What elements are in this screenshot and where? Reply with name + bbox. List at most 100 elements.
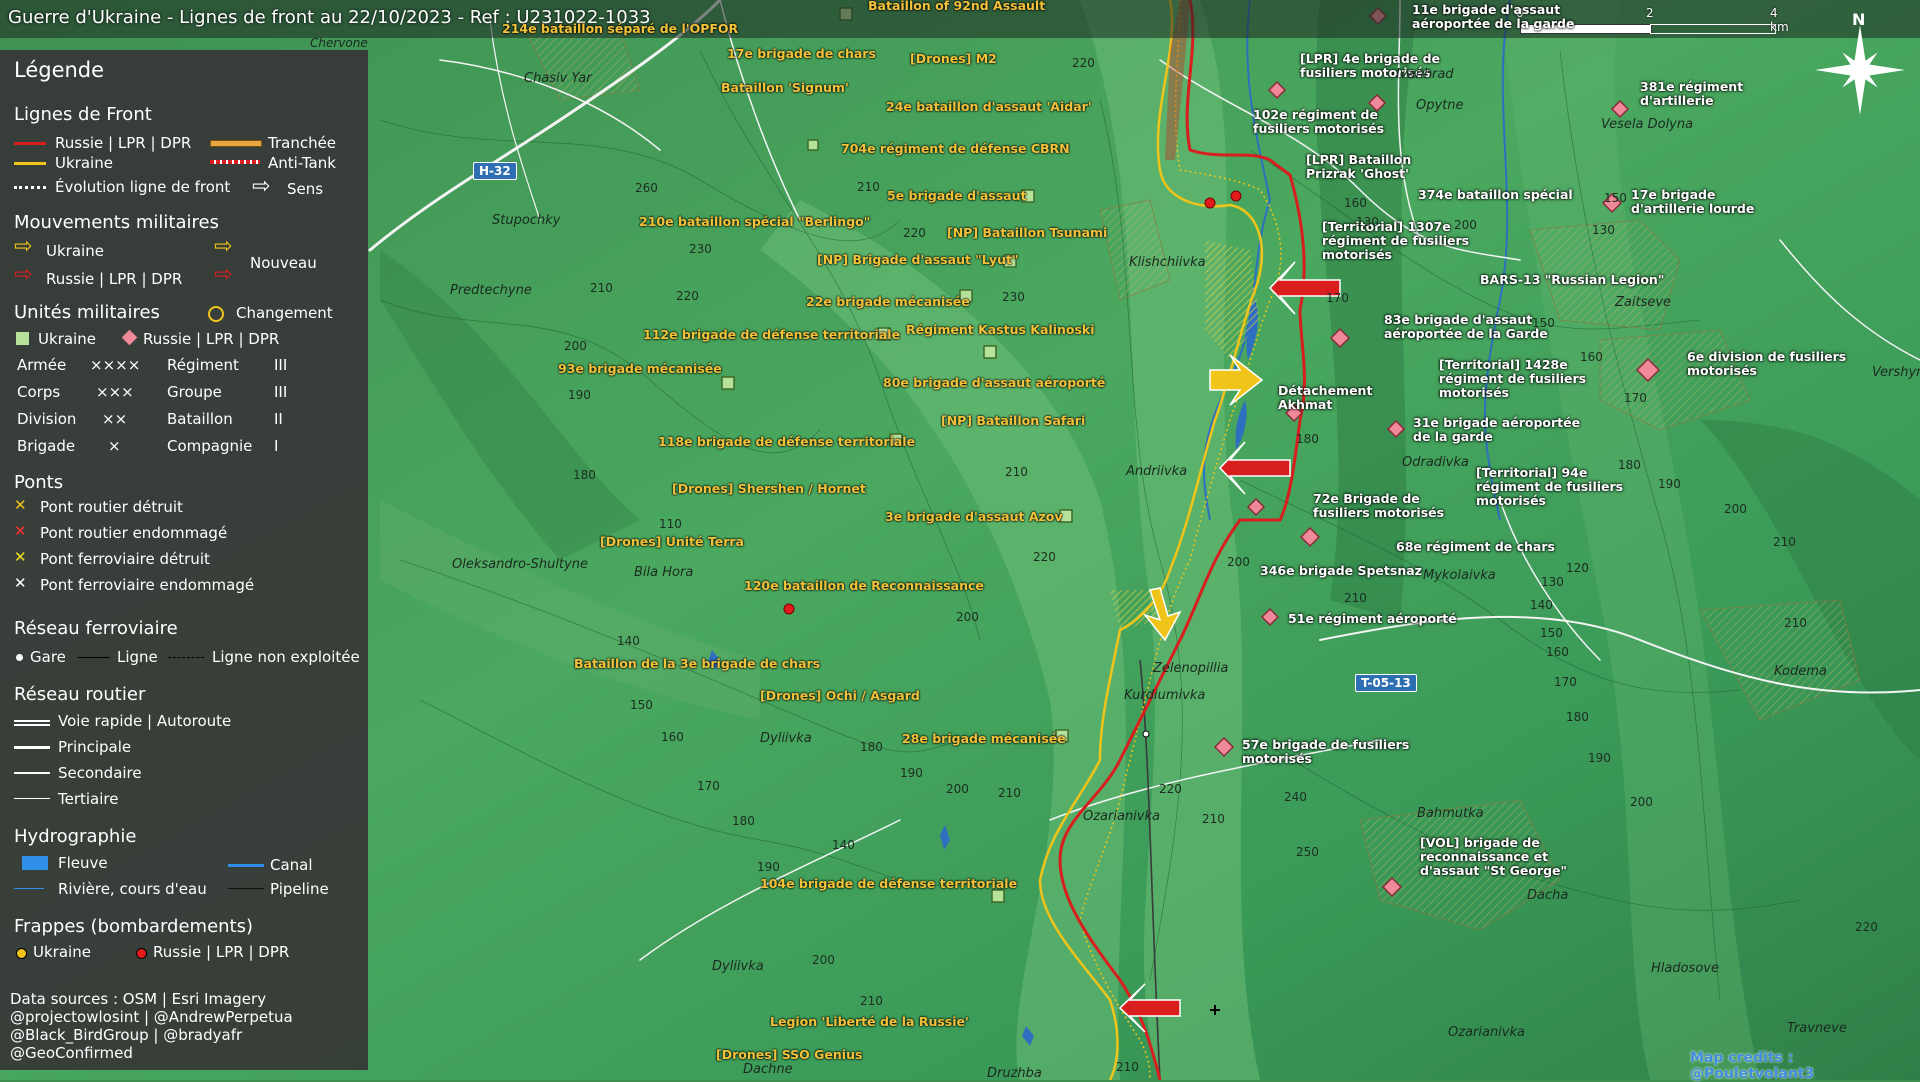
ua-unit-label[interactable]: 704e régiment de défense CBRN (841, 141, 1070, 156)
legend-road-highway (14, 720, 50, 726)
ua-unit-label[interactable]: [Drones] Shershen / Hornet (672, 481, 866, 496)
place-label[interactable]: Odradivka (1402, 455, 1469, 470)
ua-unit-label[interactable]: [NP] Brigade d'assaut "Lyut" (817, 252, 1018, 267)
ru-unit-label[interactable]: 83e brigade d'assaut aéroportée de la Ga… (1384, 313, 1554, 341)
place-label[interactable]: Predtechyne (450, 283, 532, 298)
elevation-label: 190 (568, 388, 591, 402)
ua-unit-label[interactable]: [Drones] SSO Genius (716, 1047, 862, 1062)
bridge-rail-destroyed-icon: ✕ (14, 548, 27, 566)
yellow-arrow-icon: ⇨ (14, 234, 33, 259)
legend-mvt-ukraine-label: Ukraine (46, 242, 104, 260)
ru-unit-label[interactable]: 11e brigade d'assaut aéroportée de la ga… (1412, 3, 1582, 31)
legend-antitank-swatch (210, 160, 260, 164)
ua-unit-label[interactable]: 3e brigade d'assaut Azov (885, 509, 1063, 524)
ru-unit-label[interactable]: 51e régiment aéroporté (1288, 612, 1468, 626)
ua-unit-label[interactable]: 120e bataillon de Reconnaissance (744, 578, 984, 593)
ua-unit-label[interactable]: 80e brigade d'assaut aéroporté (883, 375, 1105, 390)
ua-unit-label[interactable]: [Drones] Ochi / Asgard (760, 688, 920, 703)
place-label[interactable]: Stupochky (492, 213, 560, 228)
ua-unit-label[interactable]: Bataillon 'Signum' (721, 80, 849, 95)
ru-unit-label[interactable]: 381e régiment d'artillerie (1640, 80, 1750, 108)
elevation-label: 160 (1344, 196, 1367, 210)
place-label[interactable]: Hladosove (1651, 961, 1719, 976)
road-tag-h32[interactable]: H-32 (473, 162, 517, 180)
place-label[interactable]: Druzhba (987, 1066, 1042, 1081)
place-label[interactable]: Chasiv Yar (524, 71, 592, 86)
elevation-label: 160 (1546, 645, 1569, 659)
ua-unit-label[interactable]: [Drones] Unité Terra (600, 534, 744, 549)
place-label[interactable]: Andriivka (1126, 464, 1187, 479)
ua-unit-label[interactable]: 22e brigade mécanisée (806, 294, 970, 309)
ua-unit-label[interactable]: 17e brigade de chars (727, 46, 876, 61)
place-label[interactable]: Mykolaivka (1423, 568, 1496, 583)
ua-unit-label[interactable]: 210e bataillon spécial "Berlingo" (639, 214, 870, 229)
ua-unit-label[interactable]: 112e brigade de défense territoriale (643, 327, 900, 342)
ru-unit-label[interactable]: [LPR] Bataillon Prizrak 'Ghost' (1306, 153, 1456, 181)
place-label[interactable]: Ozarianivka (1448, 1025, 1525, 1040)
place-label[interactable]: Klishchiivka (1129, 255, 1206, 270)
elevation-label: 170 (1624, 391, 1647, 405)
legend-title: Légende (14, 58, 105, 82)
ru-unit-label[interactable]: [Territorial] 94e régiment de fusiliers … (1476, 466, 1626, 508)
place-label[interactable]: Opytne (1416, 98, 1464, 113)
ru-unit-label[interactable]: 17e brigade d'artillerie lourde (1631, 188, 1761, 216)
ru-unit-label[interactable]: BARS-13 "Russian Legion" (1480, 273, 1680, 287)
place-label[interactable]: Kodema (1774, 664, 1827, 679)
place-label[interactable]: Dyliivka (712, 959, 764, 974)
ua-unit-label[interactable]: [NP] Bataillon Safari (941, 413, 1085, 428)
changement-circle-icon (208, 306, 224, 322)
elevation-label: 200 (1724, 502, 1747, 516)
place-label[interactable]: Zaitseve (1615, 295, 1671, 310)
ua-unit-label[interactable]: 28e brigade mécanisée (902, 731, 1066, 746)
ru-unit-label[interactable]: 6e division de fusiliers motorisés (1687, 350, 1877, 378)
ru-unit-label[interactable]: 57e brigade de fusiliers motorisés (1242, 738, 1412, 766)
elevation-label: 210 (998, 786, 1021, 800)
place-label[interactable]: Bila Hora (634, 565, 693, 580)
place-label[interactable]: Ozarianivka (1083, 809, 1160, 824)
ua-unit-label[interactable]: Bataillon of 92nd Assault (868, 0, 1045, 13)
place-label[interactable]: Bahmutka (1417, 806, 1484, 821)
place-label[interactable]: Chervone (310, 36, 368, 50)
place-label[interactable]: Kurdiumivka (1124, 688, 1205, 703)
yellow-new-arrow-icon: ⇨ (214, 234, 233, 259)
ua-unit-label[interactable]: [Drones] M2 (910, 51, 997, 66)
ua-unit-label[interactable]: 93e brigade mécanisée (558, 361, 722, 376)
place-label[interactable]: Oleksandro-Shultyne (452, 557, 588, 572)
ru-unit-label[interactable]: [Territorial] 1428e régiment de fusilier… (1439, 358, 1589, 400)
place-label[interactable]: Ivanhrad (1396, 67, 1454, 82)
ru-unit-label[interactable]: 72e Brigade de fusiliers motorisés (1313, 492, 1473, 520)
ru-unit-label[interactable]: [Territorial] 1307e régiment de fusilier… (1322, 220, 1472, 262)
road-tag-t0513[interactable]: T-05-13 (1355, 674, 1417, 692)
place-label[interactable]: Travneve (1787, 1021, 1847, 1036)
place-label[interactable]: Dachne (743, 1062, 793, 1077)
ua-unit-label[interactable]: Bataillon de la 3e brigade de chars (574, 656, 820, 671)
ru-unit-label[interactable]: 102e régiment de fusiliers motorisés (1253, 108, 1393, 136)
place-label[interactable]: Dacha (1527, 888, 1568, 903)
ua-unit-label[interactable]: 104e brigade de défense territoriale (760, 876, 1017, 891)
elevation-label: 140 (617, 634, 640, 648)
ua-unit-label[interactable]: 5e brigade d'assaut (887, 188, 1026, 203)
ua-unit-label[interactable]: [NP] Bataillon Tsunami (947, 225, 1107, 240)
legend-unit-russia-label: Russie | LPR | DPR (143, 330, 280, 348)
ua-unit-label[interactable]: Régiment Kastus Kalinoski (906, 322, 1095, 337)
legend-mouvements-heading: Mouvements militaires (14, 212, 219, 233)
ua-unit-label[interactable]: 24e bataillon d'assaut 'Aidar' (886, 99, 1092, 114)
ru-unit-label[interactable]: 346e brigade Spetsnaz (1260, 564, 1440, 578)
strike-ukraine-dot-icon (16, 948, 27, 959)
elevation-label: 210 (1344, 591, 1367, 605)
red-new-arrow-icon: ⇨ (214, 262, 233, 287)
ua-unit-label[interactable]: Legion 'Liberté de la Russie' (770, 1014, 969, 1029)
ru-unit-label[interactable]: [VOL] brigade de reconnaissance et d'ass… (1420, 836, 1570, 878)
place-label[interactable]: Dyliivka (760, 731, 812, 746)
elevation-label: 220 (1072, 56, 1095, 70)
ua-unit-label[interactable]: 214e bataillon séparé de l'OPFOR (502, 21, 738, 36)
ru-unit-label[interactable]: 31e brigade aéroportée de la garde (1413, 416, 1583, 444)
ru-unit-label[interactable]: 68e régiment de chars (1396, 540, 1576, 554)
legend-pont-3: Pont ferroviaire endommagé (40, 576, 255, 594)
place-label[interactable]: Vershyna (1872, 365, 1920, 380)
place-label[interactable]: Vesela Dolyna (1601, 117, 1693, 132)
ru-unit-label[interactable]: 374e bataillon spécial (1418, 188, 1578, 202)
ua-unit-label[interactable]: 118e brigade de défense territoriale (658, 434, 915, 449)
place-label[interactable]: Zelenopillia (1153, 661, 1228, 676)
ru-unit-label[interactable]: Détachement Akhmat (1278, 384, 1428, 412)
